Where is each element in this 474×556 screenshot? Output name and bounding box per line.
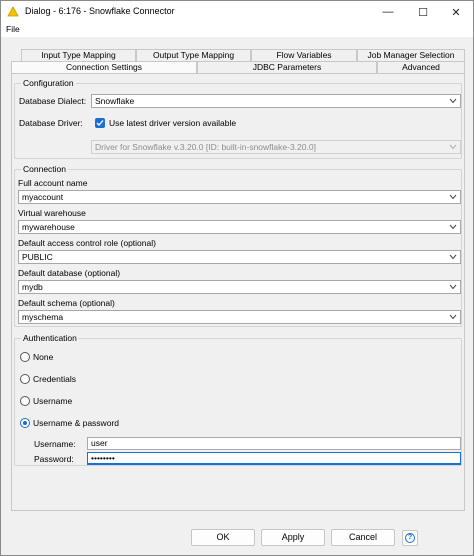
tab-job-manager-selection[interactable]: Job Manager Selection xyxy=(357,49,465,61)
knime-app-icon xyxy=(7,6,19,17)
tab-jdbc-parameters[interactable]: JDBC Parameters xyxy=(197,61,377,73)
warehouse-label: Virtual warehouse xyxy=(18,208,86,218)
role-label: Default access control role (optional) xyxy=(18,238,156,248)
warehouse-value: mywarehouse xyxy=(22,222,75,232)
account-name-label: Full account name xyxy=(18,178,88,188)
schema-value: myschema xyxy=(22,312,64,322)
help-icon: ? xyxy=(405,533,415,543)
close-icon: ✕ xyxy=(451,6,461,19)
password-value: •••••••• xyxy=(91,453,115,463)
auth-option-username-password-label: Username & password xyxy=(33,418,119,428)
password-input[interactable]: •••••••• xyxy=(87,452,461,465)
schema-select[interactable]: myschema xyxy=(18,310,461,324)
configuration-legend: Configuration xyxy=(21,78,76,88)
maximize-icon: ☐ xyxy=(418,6,428,19)
auth-option-username-label: Username xyxy=(33,396,73,406)
ok-button[interactable]: OK xyxy=(191,529,255,546)
help-button[interactable]: ? xyxy=(402,530,418,546)
auth-radio-none[interactable] xyxy=(20,352,30,362)
auth-option-none-label: None xyxy=(33,352,54,362)
authentication-legend: Authentication xyxy=(21,333,79,343)
account-name-select[interactable]: myaccount xyxy=(18,190,461,204)
checkmark-icon xyxy=(96,120,104,126)
database-dialect-select[interactable]: Snowflake xyxy=(91,94,461,108)
database-driver-select: Driver for Snowflake v.3.20.0 [ID: built… xyxy=(91,140,461,154)
authentication-group: Authentication None Credentials Username… xyxy=(14,333,462,466)
database-value: mydb xyxy=(22,282,43,292)
dialog-window: Dialog - 6:176 - Snowflake Connector — ☐… xyxy=(0,0,474,556)
chevron-down-icon xyxy=(449,194,457,200)
menu-bar: File xyxy=(1,23,473,37)
connection-group: Connection Full account name myaccount V… xyxy=(14,164,462,327)
chevron-down-icon xyxy=(449,98,457,104)
tab-advanced[interactable]: Advanced xyxy=(377,61,465,73)
minimize-icon: — xyxy=(382,6,394,18)
database-driver-value: Driver for Snowflake v.3.20.0 [ID: built… xyxy=(95,142,316,152)
configuration-group: Configuration Database Dialect: Snowflak… xyxy=(14,78,462,159)
chevron-down-icon xyxy=(449,224,457,230)
role-value: PUBLIC xyxy=(22,252,53,262)
auth-option-credentials-label: Credentials xyxy=(33,374,76,384)
username-input[interactable]: user xyxy=(87,437,461,450)
password-label: Password: xyxy=(34,454,74,464)
database-select[interactable]: mydb xyxy=(18,280,461,294)
tab-strip: Input Type Mapping Output Type Mapping F… xyxy=(11,49,465,73)
warehouse-select[interactable]: mywarehouse xyxy=(18,220,461,234)
auth-radio-username-password[interactable] xyxy=(20,418,30,428)
database-dialect-label: Database Dialect: xyxy=(19,96,87,106)
schema-label: Default schema (optional) xyxy=(18,298,115,308)
window-title: Dialog - 6:176 - Snowflake Connector xyxy=(25,6,175,16)
close-button[interactable]: ✕ xyxy=(439,1,473,23)
latest-driver-checkbox[interactable] xyxy=(95,118,105,128)
database-driver-label: Database Driver: xyxy=(19,118,83,128)
tab-flow-variables[interactable]: Flow Variables xyxy=(251,49,357,61)
username-label: Username: xyxy=(34,439,76,449)
chevron-down-icon xyxy=(449,284,457,290)
connection-settings-panel: Configuration Database Dialect: Snowflak… xyxy=(11,73,465,511)
minimize-button[interactable]: — xyxy=(371,1,405,23)
latest-driver-label: Use latest driver version available xyxy=(109,118,237,128)
username-value: user xyxy=(91,438,108,448)
chevron-down-icon xyxy=(449,144,457,150)
chevron-down-icon xyxy=(449,314,457,320)
auth-radio-username[interactable] xyxy=(20,396,30,406)
connection-legend: Connection xyxy=(21,164,69,174)
tab-connection-settings[interactable]: Connection Settings xyxy=(11,61,197,73)
apply-button[interactable]: Apply xyxy=(261,529,325,546)
database-label: Default database (optional) xyxy=(18,268,121,278)
database-dialect-value: Snowflake xyxy=(95,96,135,106)
auth-radio-credentials[interactable] xyxy=(20,374,30,384)
menu-file[interactable]: File xyxy=(6,24,20,34)
tab-output-type-mapping[interactable]: Output Type Mapping xyxy=(136,49,251,61)
chevron-down-icon xyxy=(449,254,457,260)
tab-input-type-mapping[interactable]: Input Type Mapping xyxy=(21,49,136,61)
role-select[interactable]: PUBLIC xyxy=(18,250,461,264)
title-bar[interactable]: Dialog - 6:176 - Snowflake Connector — ☐… xyxy=(1,1,473,23)
account-name-value: myaccount xyxy=(22,192,64,202)
maximize-button[interactable]: ☐ xyxy=(406,1,440,23)
cancel-button[interactable]: Cancel xyxy=(331,529,395,546)
